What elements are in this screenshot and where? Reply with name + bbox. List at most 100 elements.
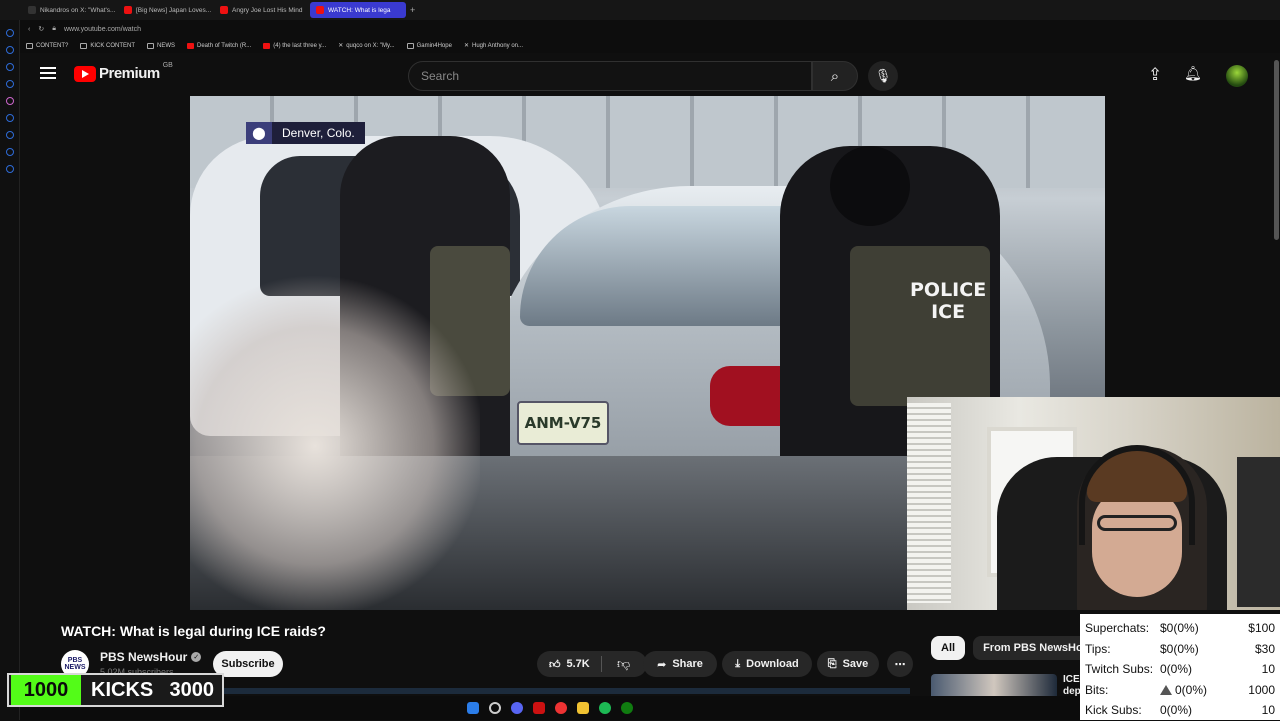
download-button[interactable]: ⤓ Download bbox=[722, 651, 812, 677]
stats-row-kick-subs: Kick Subs: 0(0%) 10 bbox=[1085, 700, 1275, 721]
youtube-icon bbox=[187, 42, 195, 49]
bookmark-link[interactable]: ✕ Hugh Anthony on... bbox=[463, 42, 523, 50]
stats-label: Bits: bbox=[1085, 682, 1109, 697]
webcam-overlay bbox=[907, 397, 1280, 610]
download-icon: ⤓ bbox=[735, 657, 741, 670]
folder-icon bbox=[26, 42, 33, 49]
location-label: Denver, Colo. bbox=[282, 126, 355, 140]
sidebar-app-icon[interactable] bbox=[5, 97, 14, 105]
kicks-goal-bar: 1000 KICKS 3000 bbox=[7, 673, 224, 707]
save-label: Save bbox=[842, 658, 869, 670]
verified-badge-icon: ✓ bbox=[191, 652, 202, 662]
folder-icon bbox=[80, 42, 88, 49]
tab-label: Nikandros on X: "What's... bbox=[40, 6, 116, 14]
sidebar-app-icon[interactable] bbox=[5, 131, 14, 139]
hamburger-menu-icon[interactable] bbox=[40, 67, 56, 79]
channel-avatar-text: NEWS bbox=[64, 664, 86, 671]
bookmark-folder[interactable]: NEWS bbox=[147, 42, 176, 49]
thumbs-down-icon: 👎︎ bbox=[617, 656, 631, 671]
more-actions-button[interactable]: ⋯ bbox=[887, 651, 913, 677]
save-button[interactable]: ⎘ Save bbox=[817, 651, 879, 677]
youtube-music-icon[interactable] bbox=[533, 702, 545, 714]
sidebar-app-icon[interactable] bbox=[5, 165, 14, 173]
search-input[interactable]: Search bbox=[408, 61, 812, 91]
bookmarks-bar: CONTENT? KICK CONTENT NEWS Death of Twit… bbox=[0, 38, 1280, 53]
stats-value: $0(0%) bbox=[1160, 621, 1199, 636]
spotify-icon[interactable] bbox=[599, 702, 611, 714]
browser-tab-active[interactable]: WATCH: What is lega bbox=[310, 2, 406, 18]
microphone-icon: 🎙︎ bbox=[874, 68, 892, 83]
region-code: GB bbox=[162, 62, 173, 69]
stats-value: 0(0%) bbox=[1175, 682, 1208, 697]
video-scene-officer-head bbox=[830, 146, 910, 226]
xbox-icon[interactable] bbox=[621, 702, 633, 714]
bookmark-label: NEWS bbox=[157, 42, 176, 49]
donation-stats-panel: Superchats: $0(0%) $100 Tips: $0(0%) $30 Twi… bbox=[1080, 614, 1280, 720]
chip-all[interactable]: All bbox=[931, 636, 966, 660]
bookmark-label: CONTENT? bbox=[36, 42, 69, 49]
related-video-title[interactable]: ICE dep bbox=[1063, 674, 1081, 698]
file-explorer-icon[interactable] bbox=[577, 702, 589, 714]
page-scrollbar[interactable] bbox=[1274, 60, 1279, 240]
stats-goal: 10 bbox=[1261, 662, 1275, 677]
sidebar-app-icon[interactable] bbox=[5, 148, 14, 156]
more-horizontal-icon: ⋯ bbox=[894, 658, 906, 671]
folder-icon bbox=[147, 42, 155, 49]
location-lower-third: ⬤ Denver, Colo. bbox=[246, 122, 365, 144]
sidebar-app-icon[interactable] bbox=[5, 63, 14, 71]
sidebar-app-icon[interactable] bbox=[5, 80, 14, 88]
bookmark-folder[interactable]: Gamin4Hope bbox=[406, 42, 452, 49]
windows-start-icon[interactable] bbox=[467, 702, 479, 714]
like-button[interactable]: 👍︎ 5.7K bbox=[537, 651, 647, 677]
kicks-label: KICKS bbox=[91, 678, 154, 701]
sidebar-app-icon[interactable] bbox=[5, 29, 14, 37]
stats-value-wrap: 0(0%) bbox=[1160, 683, 1230, 697]
stats-row-bits: Bits: 0(0%) 1000 bbox=[1085, 680, 1275, 701]
search-button[interactable]: ⌕ bbox=[812, 61, 858, 91]
browser-tab[interactable]: Angry Joe Lost His Mind bbox=[214, 2, 310, 18]
download-label: Download bbox=[746, 658, 799, 670]
search-icon[interactable] bbox=[489, 702, 501, 714]
account-avatar[interactable] bbox=[1226, 65, 1248, 87]
bookmark-folder[interactable]: KICK CONTENT bbox=[80, 42, 136, 49]
bookmark-label: KICK CONTENT bbox=[90, 42, 136, 49]
folder-icon bbox=[406, 42, 414, 49]
kicks-current: 1000 bbox=[11, 675, 81, 705]
browser-tab[interactable]: [Big News] Japan Loves... bbox=[118, 2, 214, 18]
share-label: Share bbox=[672, 658, 703, 670]
bookmark-label: Gamin4Hope bbox=[416, 42, 452, 49]
notifications-bell-icon[interactable]: 🔔︎ bbox=[1184, 65, 1202, 82]
discord-icon[interactable] bbox=[511, 702, 523, 714]
bookmark-link[interactable]: Death of Twitch (R... bbox=[187, 42, 252, 49]
sidebar-app-icon[interactable] bbox=[5, 46, 14, 54]
youtube-icon bbox=[124, 6, 132, 14]
youtube-premium-logo[interactable]: Premium GB bbox=[74, 62, 173, 82]
browser-icon[interactable] bbox=[555, 702, 567, 714]
create-upload-icon[interactable]: ⇪ bbox=[1148, 65, 1162, 85]
sidebar-app-icon[interactable] bbox=[5, 114, 14, 122]
youtube-icon bbox=[263, 42, 271, 49]
bookmark-link[interactable]: ✕ quqco on X: "My... bbox=[338, 42, 394, 50]
share-icon: ➦ bbox=[657, 658, 667, 671]
location-pin-icon: ⬤ bbox=[246, 122, 272, 144]
bookmark-folder[interactable]: CONTENT? bbox=[26, 42, 69, 49]
browser-tab[interactable]: Nikandros on X: "What's... bbox=[22, 2, 118, 18]
license-plate: ANM-V75 bbox=[517, 401, 609, 445]
search-icon: ⌕ bbox=[830, 67, 840, 85]
x-icon: ✕ bbox=[463, 43, 469, 49]
url-field[interactable]: www.youtube.com/watch bbox=[64, 26, 141, 33]
voice-search-button[interactable]: 🎙︎ bbox=[868, 61, 898, 91]
bookmark-link[interactable]: (4) the last three y... bbox=[263, 42, 326, 49]
address-bar: ‹ ↻ 🔒︎ www.youtube.com/watch bbox=[0, 20, 1280, 38]
bookmark-label: Death of Twitch (R... bbox=[197, 42, 252, 49]
share-button[interactable]: ➦ Share bbox=[643, 651, 717, 677]
new-tab-button[interactable]: + bbox=[410, 5, 415, 15]
video-scene-blur bbox=[190, 276, 480, 610]
back-icon[interactable]: ‹ bbox=[28, 26, 30, 33]
reload-icon[interactable]: ↻ bbox=[38, 25, 44, 33]
channel-name-link[interactable]: PBS NewsHour ✓ bbox=[100, 650, 202, 664]
dislike-button[interactable]: 👎︎ bbox=[617, 656, 630, 672]
bits-triangle-icon bbox=[1160, 684, 1172, 695]
tab-label: Angry Joe Lost His Mind bbox=[232, 6, 303, 14]
like-count: 5.7K bbox=[566, 658, 590, 670]
